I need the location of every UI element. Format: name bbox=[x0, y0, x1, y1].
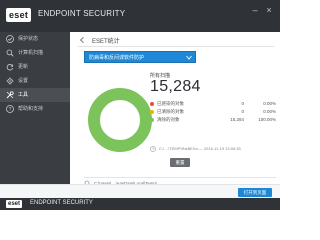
donut-ring-clean bbox=[88, 88, 152, 152]
sidebar-item-computer-scan[interactable]: 计算机扫描 bbox=[0, 46, 70, 60]
legend-dot bbox=[150, 110, 154, 114]
gear-icon bbox=[6, 77, 14, 85]
bottom-title-bar: eset ENDPOINT SECURITY bbox=[0, 198, 280, 210]
sidebar-item-tools[interactable]: 工具 bbox=[0, 88, 70, 102]
legend-count: 0 bbox=[241, 109, 244, 114]
sidebar-item-label: 工具 bbox=[18, 92, 29, 98]
title-bar: eset ENDPOINT SECURITY – × bbox=[0, 0, 280, 32]
refresh-icon bbox=[6, 64, 14, 71]
sidebar-item-help[interactable]: ? 帮助和支持 bbox=[0, 102, 70, 116]
legend-pct: 0.00% bbox=[263, 101, 276, 106]
legend-count: 15,284 bbox=[230, 117, 244, 122]
sidebar-item-settings[interactable]: 设置 bbox=[0, 74, 70, 88]
legend-label: 清除的对象 bbox=[157, 117, 180, 122]
main-panel: ESET统计 防病毒和反间谍软件防护 所有扫描 15,284 已感染的对象 0 … bbox=[70, 32, 280, 198]
legend-row-cleaned: 已清除的对象 0 0.00% bbox=[150, 109, 276, 116]
legend-row-clean: 清除的对象 15,284 100.00% bbox=[150, 117, 276, 124]
back-arrow-icon[interactable] bbox=[78, 36, 86, 44]
eset-logo-small: eset bbox=[6, 200, 23, 208]
page-title: ESET统计 bbox=[92, 39, 120, 45]
dropdown-value: 防病毒和反间谍软件防护 bbox=[89, 55, 145, 61]
legend-row-infected: 已感染的对象 0 0.00% bbox=[150, 101, 276, 108]
legend-dot bbox=[150, 102, 154, 106]
minimize-icon[interactable]: – bbox=[250, 5, 260, 15]
last-scan-info: C:\…\TEMP\Rar$EXa — 2016-11-19 13:06:35 bbox=[150, 146, 274, 153]
bottom-app-title: ENDPOINT SECURITY bbox=[30, 200, 93, 206]
sidebar-item-label: 更新 bbox=[18, 64, 29, 70]
clock-icon bbox=[150, 146, 156, 152]
legend-count: 0 bbox=[241, 101, 244, 106]
sidebar-item-protection-status[interactable]: 保护状态 bbox=[0, 32, 70, 46]
divider bbox=[78, 46, 274, 47]
open-in-window-button[interactable]: 打开到页面 bbox=[238, 188, 272, 197]
legend-pct: 0.00% bbox=[263, 109, 276, 114]
legend-label: 已清除的对象 bbox=[157, 109, 184, 114]
sidebar-item-update[interactable]: 更新 bbox=[0, 60, 70, 74]
check-icon bbox=[6, 35, 14, 43]
reset-button[interactable]: 重置 bbox=[170, 158, 190, 167]
svg-text:?: ? bbox=[9, 107, 12, 113]
tools-icon bbox=[6, 91, 14, 99]
sidebar-item-label: 保护状态 bbox=[18, 36, 39, 42]
sidebar-item-label: 帮助和支持 bbox=[18, 106, 44, 112]
scan-icon bbox=[6, 49, 14, 57]
last-scan-text: C:\…\TEMP\Rar$EXa — 2016-11-19 13:06:35 bbox=[159, 146, 241, 151]
statistics-dropdown[interactable]: 防病毒和反间谍软件防护 bbox=[84, 51, 196, 63]
footer-bar: 打开到页面 bbox=[0, 184, 280, 198]
stats-total: 15,284 bbox=[150, 78, 201, 95]
help-icon: ? bbox=[6, 105, 14, 113]
sidebar: 保护状态 计算机扫描 更新 设置 工具 ? 帮助和支持 bbox=[0, 32, 70, 184]
app-title: ENDPOINT SECURITY bbox=[38, 9, 126, 18]
chevron-down-icon bbox=[186, 55, 192, 60]
sidebar-item-label: 设置 bbox=[18, 78, 29, 84]
donut-chart bbox=[88, 88, 152, 152]
legend-label: 已感染的对象 bbox=[157, 101, 184, 106]
legend-dot bbox=[150, 118, 154, 122]
legend-pct: 100.00% bbox=[258, 117, 276, 122]
close-icon[interactable]: × bbox=[264, 5, 274, 15]
sidebar-item-label: 计算机扫描 bbox=[18, 50, 44, 56]
eset-logo: eset bbox=[6, 8, 32, 22]
